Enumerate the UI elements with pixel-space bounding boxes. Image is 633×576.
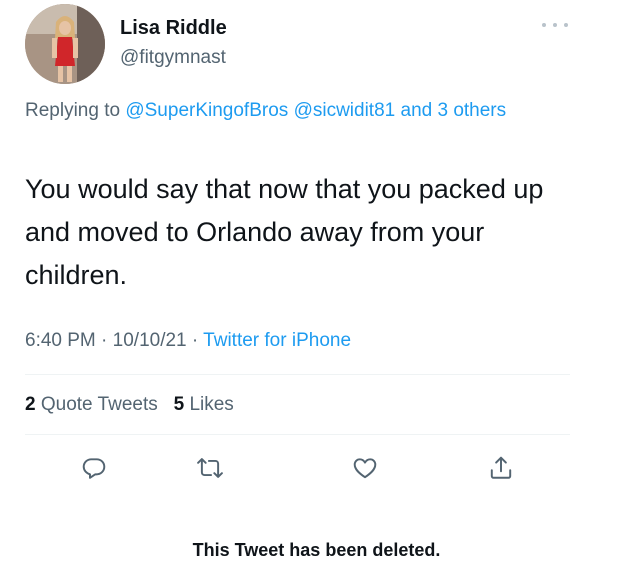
- more-horizontal-icon[interactable]: [542, 18, 568, 32]
- more-dot: [542, 23, 546, 27]
- like-label: Likes: [189, 394, 234, 415]
- mention-sicwidit81[interactable]: @sicwidit81: [294, 100, 396, 121]
- like-icon: [353, 458, 377, 479]
- quote-label: Quote Tweets: [40, 394, 158, 415]
- tweet-text: You would say that now that you packed u…: [25, 174, 544, 290]
- tweet-stats: 2 Quote Tweets 5 Likes: [25, 392, 234, 418]
- like-button[interactable]: [350, 453, 380, 483]
- share-button[interactable]: [486, 453, 516, 483]
- tweet-meta: 6:40 PM · 10/10/21 · Twitter for iPhone: [25, 328, 351, 354]
- profile-photo: [25, 4, 105, 84]
- more-dot: [553, 23, 557, 27]
- retweet-icon: [197, 458, 223, 478]
- quote-tweets-stat[interactable]: 2 Quote Tweets: [25, 394, 163, 415]
- likes-stat[interactable]: 5 Likes: [174, 394, 234, 415]
- mention-others-link[interactable]: and 3 others: [401, 100, 507, 121]
- meta-separator: ·: [101, 330, 108, 351]
- more-dot: [564, 23, 568, 27]
- tweet-time[interactable]: 6:40 PM: [25, 330, 96, 351]
- replying-prefix: Replying to: [25, 100, 121, 121]
- tweet-source[interactable]: Twitter for iPhone: [203, 330, 351, 351]
- meta-separator: ·: [191, 330, 199, 351]
- avatar[interactable]: [25, 4, 105, 84]
- replying-to: Replying to @SuperKingofBros @sicwidit81…: [25, 95, 565, 126]
- user-handle[interactable]: @fitgymnast: [120, 46, 226, 70]
- deleted-tweet-notice: This Tweet has been deleted.: [192, 540, 441, 560]
- display-name[interactable]: Lisa Riddle: [120, 16, 227, 40]
- divider: [25, 374, 570, 375]
- share-icon: [490, 456, 512, 479]
- like-count: 5: [173, 394, 185, 415]
- reply-button[interactable]: [79, 453, 109, 483]
- divider: [25, 434, 570, 435]
- tweet-date[interactable]: 10/10/21: [113, 330, 187, 351]
- mention-superkingofbros[interactable]: @SuperKingofBros: [125, 100, 288, 121]
- quote-count: 2: [25, 394, 36, 415]
- reply-icon: [82, 458, 106, 479]
- retweet-button[interactable]: [195, 453, 225, 483]
